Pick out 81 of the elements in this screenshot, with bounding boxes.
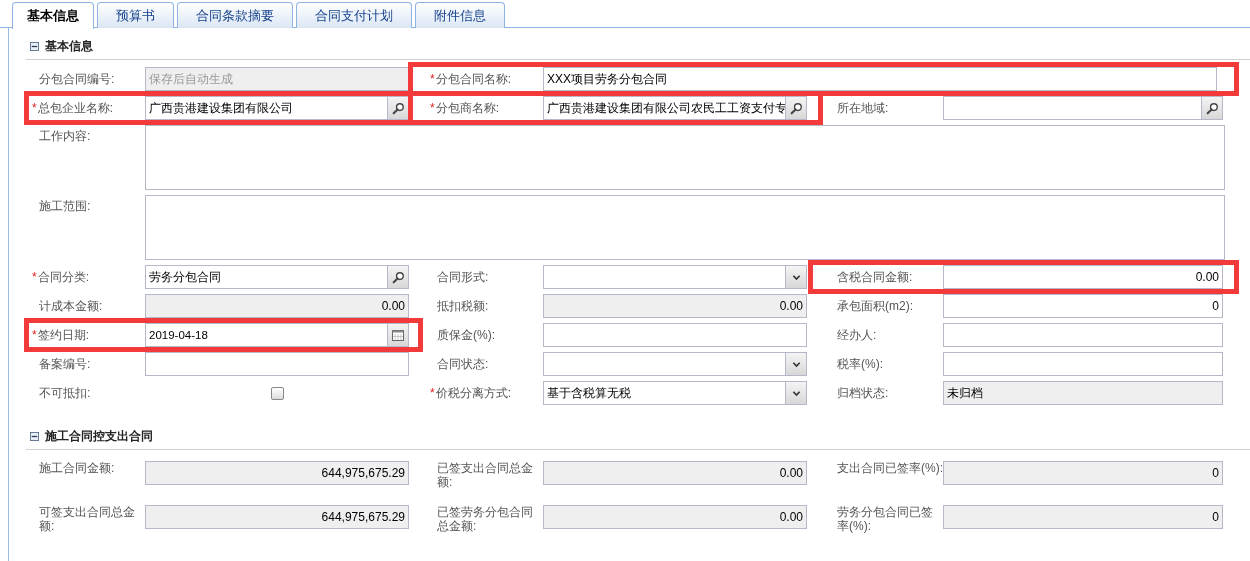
dropdown-field[interactable] [543, 352, 807, 376]
field-label: 支出合同已签率(%): [837, 461, 943, 475]
dropdown-field[interactable]: 基于含税算无税 [543, 381, 807, 405]
field-label: 税率(%): [837, 357, 884, 371]
section-title: 施工合同控支出合同 [45, 428, 153, 445]
search-icon [1205, 101, 1219, 115]
input-field[interactable]: 0 [943, 461, 1223, 485]
input-field[interactable] [543, 323, 807, 347]
field-label: 合同状态: [437, 357, 490, 371]
field-label: 合同形式: [437, 270, 490, 284]
collapse-icon[interactable] [30, 432, 39, 441]
lookup-field[interactable] [943, 96, 1223, 120]
search-button[interactable] [387, 97, 408, 119]
required-asterisk: * [430, 72, 435, 86]
input-field[interactable]: 未归档 [943, 381, 1223, 405]
lookup-field[interactable]: 劳务分包合同 [145, 265, 409, 289]
input-field[interactable] [145, 352, 409, 376]
calendar-button[interactable] [387, 324, 408, 346]
field-label: 分包合同编号: [39, 72, 116, 86]
field-label: 抵扣税额: [437, 299, 490, 313]
required-asterisk: * [430, 101, 435, 115]
calendar-icon [392, 329, 404, 341]
field-label: 承包面积(m2): [837, 299, 914, 313]
field-label: 工作内容: [39, 128, 92, 143]
dropdown-field[interactable] [543, 265, 807, 289]
date-field[interactable]: 2019-04-18 [145, 323, 409, 347]
search-button[interactable] [785, 97, 806, 119]
field-label: 可签支出合同总金额: [39, 505, 136, 533]
field-label: 含税合同金额: [837, 270, 914, 284]
input-field[interactable]: 0.00 [543, 294, 807, 318]
section-title: 基本信息 [45, 38, 93, 55]
input-field[interactable]: 保存后自动生成 [145, 67, 409, 91]
checkbox[interactable] [270, 386, 284, 400]
field-label: 不可抵扣: [39, 386, 92, 400]
field-label: 经办人: [837, 328, 878, 342]
search-icon [789, 101, 803, 115]
field-label: 劳务分包合同已签率(%): [837, 505, 934, 533]
field-value: 广西贵港建设集团有限公司 [149, 100, 294, 116]
input-field[interactable]: 0.00 [543, 461, 807, 485]
input-field[interactable]: XXX项目劳务分包合同 [543, 67, 1217, 91]
field-value: 2019-04-18 [149, 329, 209, 341]
required-asterisk: * [32, 101, 37, 115]
search-button[interactable] [1201, 97, 1222, 119]
input-field[interactable]: 0.00 [145, 294, 409, 318]
tab[interactable]: 附件信息 [415, 2, 505, 28]
search-button[interactable] [387, 266, 408, 288]
tab[interactable]: 基本信息 [12, 2, 94, 29]
tab[interactable]: 合同支付计划 [296, 2, 412, 28]
input-field[interactable]: 0 [943, 505, 1223, 529]
field-value: 广西贵港建设集团有限公司农民工工资支付专 [547, 100, 785, 116]
field-label: 归档状态: [837, 386, 890, 400]
field-value: 基于含税算无税 [547, 385, 632, 401]
input-field[interactable] [943, 352, 1223, 376]
field-label: 所在地域: [837, 101, 890, 115]
dropdown-button[interactable] [785, 266, 806, 288]
required-asterisk: * [32, 270, 37, 284]
search-icon [391, 270, 405, 284]
lookup-field[interactable]: 广西贵港建设集团有限公司 [145, 96, 409, 120]
input-field[interactable] [943, 323, 1223, 347]
field-label: 备案编号: [39, 357, 92, 371]
field-label: 施工范围: [39, 198, 92, 213]
field-label: 已签劳务分包合同总金额: [437, 505, 534, 533]
field-label: 已签支出合同总金额: [437, 461, 534, 489]
dropdown-button[interactable] [785, 353, 806, 375]
input-field[interactable]: 0.00 [943, 265, 1223, 289]
tab[interactable]: 合同条款摘要 [177, 2, 293, 28]
dropdown-button[interactable] [785, 382, 806, 404]
input-field[interactable]: 0 [943, 294, 1223, 318]
input-field[interactable]: 0.00 [543, 505, 807, 529]
field-label: 计成本金额: [39, 299, 104, 313]
lookup-field[interactable]: 广西贵港建设集团有限公司农民工工资支付专 [543, 96, 807, 120]
search-icon [391, 101, 405, 115]
field-value: 劳务分包合同 [149, 269, 222, 285]
input-field[interactable]: 644,975,675.29 [145, 505, 409, 529]
input-field[interactable]: 644,975,675.29 [145, 461, 409, 485]
field-label: 质保金(%): [437, 328, 496, 342]
required-asterisk: * [430, 386, 435, 400]
field-label: 施工合同金额: [39, 461, 116, 475]
tab[interactable]: 预算书 [97, 2, 174, 28]
required-asterisk: * [32, 328, 37, 342]
collapse-icon[interactable] [30, 42, 39, 51]
